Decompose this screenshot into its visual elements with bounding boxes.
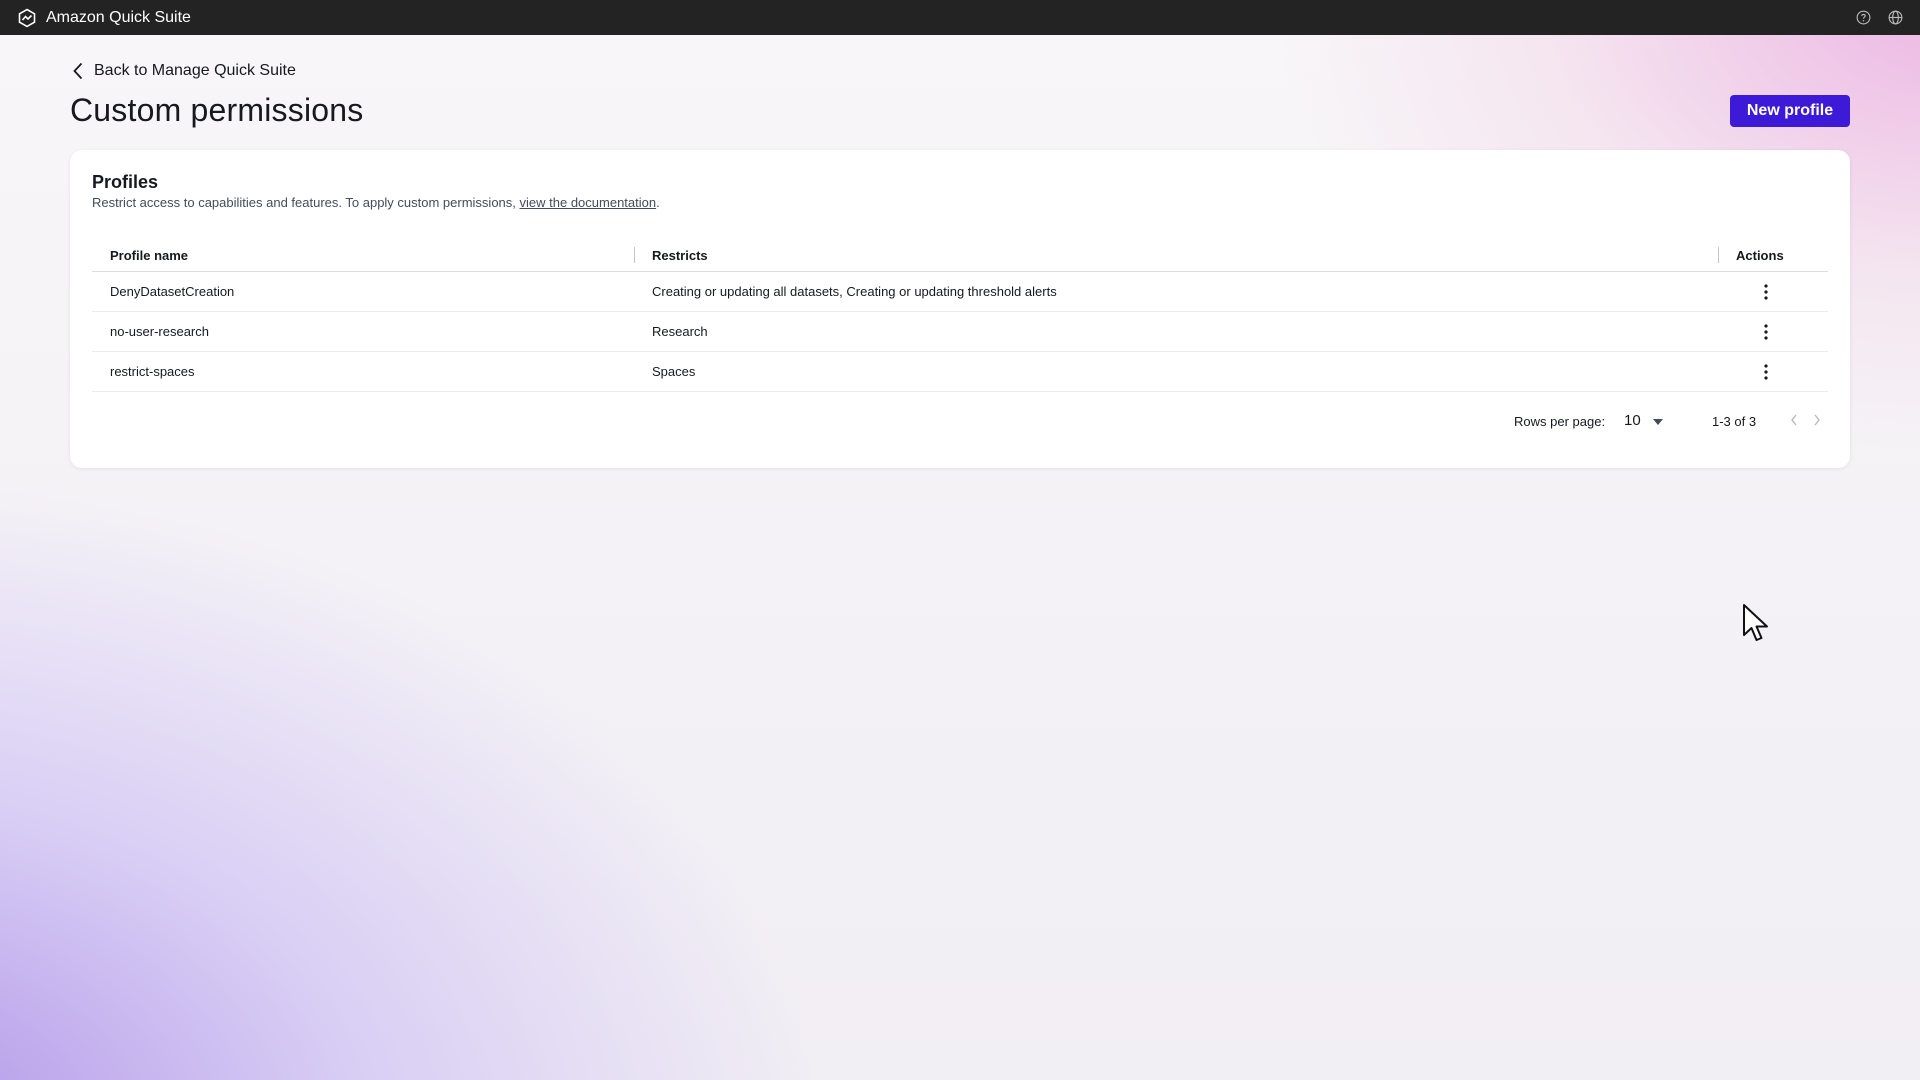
rows-per-page-value: 10 bbox=[1624, 412, 1641, 429]
help-circle-icon[interactable] bbox=[1854, 9, 1872, 27]
profiles-card: Profiles Restrict access to capabilities… bbox=[70, 150, 1850, 468]
column-resizer[interactable] bbox=[1718, 247, 1719, 263]
description-text: Restrict access to capabilities and feat… bbox=[92, 195, 520, 210]
profiles-table: Profile name Restricts Actions DenyDatas… bbox=[92, 238, 1828, 392]
previous-page-icon[interactable] bbox=[1790, 414, 1798, 429]
mouse-pointer-icon bbox=[1742, 603, 1772, 650]
description-suffix: . bbox=[656, 195, 660, 210]
column-header-profile-name[interactable]: Profile name bbox=[110, 238, 188, 272]
rows-per-page-select[interactable]: 10 bbox=[1624, 412, 1663, 429]
column-header-restricts[interactable]: Restricts bbox=[652, 238, 708, 272]
profile-name-cell: no-user-research bbox=[110, 324, 209, 339]
next-page-icon[interactable] bbox=[1813, 414, 1821, 429]
table-row[interactable]: DenyDatasetCreation Creating or updating… bbox=[92, 272, 1828, 312]
more-actions-icon[interactable] bbox=[1758, 362, 1774, 382]
more-actions-icon[interactable] bbox=[1758, 322, 1774, 342]
back-to-manage-link[interactable]: Back to Manage Quick Suite bbox=[72, 62, 296, 80]
brand[interactable]: Amazon Quick Suite bbox=[16, 7, 191, 29]
app-title: Amazon Quick Suite bbox=[46, 8, 191, 26]
pagination: Rows per page: 10 1-3 of 3 bbox=[70, 412, 1850, 432]
more-actions-icon[interactable] bbox=[1758, 282, 1774, 302]
chevron-left-icon bbox=[72, 62, 84, 80]
caret-down-icon bbox=[1652, 412, 1663, 429]
restricts-cell: Spaces bbox=[652, 364, 696, 379]
column-resizer[interactable] bbox=[634, 247, 635, 263]
table-header: Profile name Restricts Actions bbox=[92, 238, 1828, 272]
column-header-actions: Actions bbox=[1736, 247, 1784, 263]
rows-per-page-label: Rows per page: bbox=[1514, 414, 1606, 429]
restricts-cell: Research bbox=[652, 324, 708, 339]
new-profile-button[interactable]: New profile bbox=[1730, 95, 1850, 127]
card-title: Profiles bbox=[92, 172, 159, 192]
back-link-label: Back to Manage Quick Suite bbox=[94, 62, 296, 79]
globe-icon[interactable] bbox=[1886, 9, 1904, 27]
table-row[interactable]: restrict-spaces Spaces bbox=[92, 352, 1828, 392]
restricts-cell: Creating or updating all datasets, Creat… bbox=[652, 284, 1057, 299]
profile-name-cell: DenyDatasetCreation bbox=[110, 284, 235, 299]
documentation-link[interactable]: view the documentation bbox=[520, 195, 657, 210]
card-description: Restrict access to capabilities and feat… bbox=[92, 195, 660, 210]
profile-name-cell: restrict-spaces bbox=[110, 364, 195, 379]
table-row[interactable]: no-user-research Research bbox=[92, 312, 1828, 352]
page-title: Custom permissions bbox=[70, 92, 364, 128]
top-bar: Amazon Quick Suite bbox=[0, 0, 1920, 35]
page-range: 1-3 of 3 bbox=[1712, 414, 1757, 429]
quick-suite-logo-icon bbox=[16, 7, 38, 29]
